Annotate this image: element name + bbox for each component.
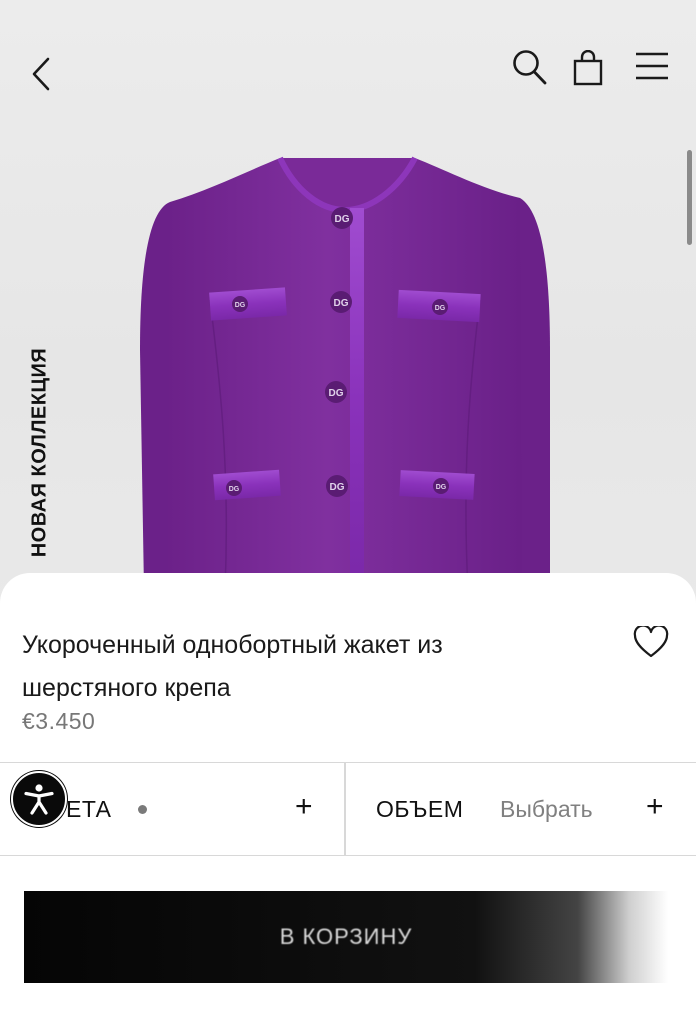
color-add-button[interactable]: +	[295, 790, 313, 824]
volume-option-value: Выбрать	[500, 796, 593, 822]
chevron-left-icon	[32, 57, 50, 91]
color-option-label: ЕТА	[66, 796, 112, 822]
center-trim	[350, 208, 364, 590]
back-button[interactable]	[22, 52, 62, 96]
volume-option[interactable]: ОБЪЕМ Выбрать +	[346, 763, 696, 855]
shopping-bag-button[interactable]	[566, 46, 610, 90]
add-to-cart-button[interactable]: В КОРЗИНУ	[24, 891, 668, 983]
button-monogram: DG	[229, 486, 240, 493]
button-monogram: DG	[329, 388, 344, 399]
heart-icon	[633, 626, 669, 658]
button-monogram: DG	[330, 482, 345, 493]
volume-option-label: ОБЪЕМ	[376, 796, 464, 822]
top-navigation-bar	[0, 0, 696, 140]
shopping-bag-icon	[573, 50, 603, 86]
button-monogram: DG	[235, 302, 246, 309]
product-photo[interactable]: DG DG DG DG DG DG DG DG	[130, 150, 570, 590]
pocket-flap-lower-left	[213, 469, 281, 501]
search-icon	[513, 50, 547, 85]
button-monogram: DG	[435, 305, 446, 312]
add-to-cart-label: В КОРЗИНУ	[279, 924, 413, 949]
search-button[interactable]	[508, 46, 552, 90]
product-price: €3.450	[22, 708, 96, 734]
button-monogram: DG	[334, 298, 349, 309]
button-monogram: DG	[436, 484, 447, 491]
new-collection-label: НОВАЯ КОЛЛЕКЦИЯ	[22, 330, 58, 575]
accessibility-icon	[24, 784, 54, 815]
scroll-indicator[interactable]	[687, 150, 692, 245]
accessibility-button[interactable]	[11, 771, 67, 827]
hamburger-menu-icon	[636, 52, 668, 80]
product-image-area: НОВАЯ КОЛЛЕКЦИЯ DG DG DG DG DG DG DG DG	[0, 0, 696, 620]
options-row: ЕТА + ОБЪЕМ Выбрать +	[0, 762, 696, 856]
color-swatch-dot	[138, 805, 147, 814]
menu-button[interactable]	[628, 44, 676, 88]
product-title: Укороченный однобортный жакет из шерстян…	[22, 631, 443, 702]
button-monogram: DG	[335, 214, 350, 225]
wishlist-button[interactable]	[628, 622, 674, 662]
volume-add-button[interactable]: +	[646, 790, 664, 824]
collection-label-text: НОВАЯ КОЛЛЕКЦИЯ	[28, 347, 51, 558]
